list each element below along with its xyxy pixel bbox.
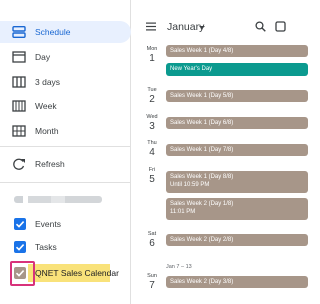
event-title: Sales Week 2 (Day 3/8) xyxy=(170,279,234,285)
day-number: 1 xyxy=(149,53,155,64)
three-days-icon xyxy=(12,76,26,88)
navigation-drawer: Schedule Day 3 days Week Month Refresh E… xyxy=(0,0,131,304)
event-title: Sales Week 1 (Day 5/8) xyxy=(170,93,234,99)
event-chip[interactable]: Sales Week 2 (Day 3/8) xyxy=(166,276,308,288)
menu-icon[interactable] xyxy=(146,22,156,31)
day-header-mon-1[interactable]: Mon 1 xyxy=(142,46,162,64)
day-number: 4 xyxy=(149,147,155,158)
day-header-tue-2[interactable]: Tue 2 xyxy=(142,87,162,105)
day-number: 2 xyxy=(149,94,155,105)
drawer-item-label: Week xyxy=(35,101,57,111)
event-title: Sales Week 1 (Day 7/8) xyxy=(170,147,234,153)
qnet-sales-calendar-label: QNET Sales Calendar xyxy=(35,268,119,278)
drawer-divider xyxy=(0,182,131,183)
event-chip[interactable]: Sales Week 2 (Day 2/8) xyxy=(166,234,308,246)
event-chip[interactable]: Sales Week 2 (Day 1/8) 11:01 PM xyxy=(166,198,308,220)
drawer-divider xyxy=(0,146,131,147)
day-header-thu-4[interactable]: Thu 4 xyxy=(142,140,162,158)
qnet-sales-calendar-checkbox[interactable] xyxy=(14,267,26,279)
day-number: 5 xyxy=(149,174,155,185)
account-email-redacted xyxy=(14,196,102,203)
event-chip[interactable]: Sales Week 1 (Day 7/8) xyxy=(166,144,308,156)
refresh-button[interactable]: Refresh xyxy=(0,153,131,175)
day-number: 6 xyxy=(149,238,155,249)
drawer-item-schedule[interactable]: Schedule xyxy=(0,21,131,43)
event-time: 11:01 PM xyxy=(170,209,196,215)
day-header-fri-5[interactable]: Fri 5 xyxy=(142,167,162,185)
day-icon xyxy=(12,51,26,63)
search-icon[interactable] xyxy=(255,21,266,32)
week-range-label: Jan 7 – 13 xyxy=(166,264,192,270)
drawer-item-label: Schedule xyxy=(35,27,71,37)
refresh-label: Refresh xyxy=(35,159,65,169)
event-title: New Year's Day xyxy=(170,66,213,72)
check-icon xyxy=(15,221,25,228)
schedule-icon xyxy=(12,26,26,38)
day-number: 7 xyxy=(149,280,155,291)
event-chip[interactable]: Sales Week 1 (Day 8/8) Until 10:59 PM xyxy=(166,171,308,193)
day-of-week: Tue xyxy=(147,87,157,93)
events-label: Events xyxy=(35,219,61,229)
chevron-down-icon[interactable] xyxy=(199,26,205,29)
events-checkbox[interactable] xyxy=(14,218,26,230)
tasks-checkbox[interactable] xyxy=(14,241,26,253)
today-view-icon[interactable] xyxy=(275,21,286,32)
day-number: 3 xyxy=(149,121,155,132)
tasks-label: Tasks xyxy=(35,242,57,252)
day-of-week: Thu xyxy=(147,140,157,146)
week-icon xyxy=(12,100,26,112)
drawer-item-month[interactable]: Month xyxy=(0,120,131,142)
day-of-week: Sat xyxy=(147,231,157,237)
drawer-item-label: Month xyxy=(35,126,59,136)
drawer-item-label: 3 days xyxy=(35,77,61,87)
event-title: Sales Week 1 (Day 4/8) xyxy=(170,48,234,54)
event-chip[interactable]: Sales Week 1 (Day 6/8) xyxy=(166,117,308,129)
event-chip[interactable]: Sales Week 1 (Day 4/8) xyxy=(166,45,308,57)
event-chip[interactable]: Sales Week 1 (Day 5/8) xyxy=(166,90,308,102)
day-of-week: Sun xyxy=(147,273,157,279)
event-title: Sales Week 2 (Day 2/8) xyxy=(170,237,234,243)
day-header-sun-7[interactable]: Sun 7 xyxy=(142,273,162,291)
top-app-bar xyxy=(132,0,320,44)
check-icon xyxy=(15,244,25,251)
event-title: Sales Week 2 (Day 1/8) xyxy=(170,201,234,207)
check-icon xyxy=(15,270,25,277)
drawer-item-label: Day xyxy=(35,52,51,62)
day-of-week: Fri xyxy=(148,167,156,173)
refresh-icon xyxy=(13,158,25,170)
holiday-chip[interactable]: New Year's Day xyxy=(166,63,308,76)
day-of-week: Mon xyxy=(146,46,158,52)
event-title: Sales Week 1 (Day 6/8) xyxy=(170,120,234,126)
event-title: Sales Week 1 (Day 8/8) xyxy=(170,174,234,180)
month-icon xyxy=(12,125,26,137)
day-header-wed-3[interactable]: Wed 3 xyxy=(142,114,162,132)
event-time: Until 10:59 PM xyxy=(170,182,210,188)
drawer-item-day[interactable]: Day xyxy=(0,46,131,68)
drawer-item-week[interactable]: Week xyxy=(0,95,131,117)
day-header-sat-6[interactable]: Sat 6 xyxy=(142,231,162,249)
day-of-week: Wed xyxy=(146,114,158,120)
drawer-item-3-days[interactable]: 3 days xyxy=(0,71,131,93)
